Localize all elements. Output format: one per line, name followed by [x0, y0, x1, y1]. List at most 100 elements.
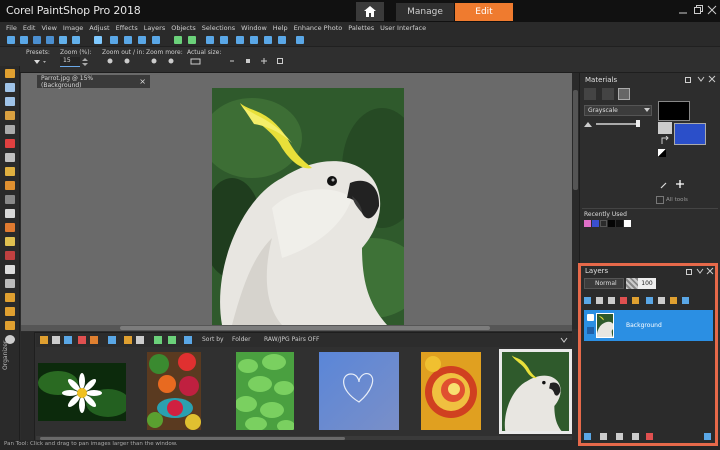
paint-brush-icon[interactable]: [5, 181, 15, 190]
recent-color-swatch[interactable]: [584, 220, 591, 227]
text-tool-icon[interactable]: [5, 265, 15, 274]
gradient-tool-icon[interactable]: [5, 209, 15, 218]
swatches-mode-icon[interactable]: [618, 88, 630, 100]
menu-file[interactable]: File: [6, 24, 17, 32]
zoom-percent-input[interactable]: 15: [60, 57, 80, 67]
crop-tool-icon[interactable]: [5, 125, 15, 134]
recent-color-swatch[interactable]: [592, 220, 599, 227]
thumbnail-daisy[interactable]: [38, 363, 126, 421]
thumbnail-heart[interactable]: [319, 352, 399, 430]
menu-help[interactable]: Help: [273, 24, 288, 32]
home-button[interactable]: [356, 2, 384, 21]
menu-effects[interactable]: Effects: [116, 24, 138, 32]
open-file-icon[interactable]: [20, 36, 28, 44]
restore-button[interactable]: [693, 5, 703, 15]
tab-manage[interactable]: Manage: [396, 3, 454, 21]
zoom-in-icon[interactable]: [250, 36, 258, 44]
red-eye-tool-icon[interactable]: [5, 139, 15, 148]
menu-view[interactable]: View: [41, 24, 56, 32]
all-tools-checkbox[interactable]: [656, 196, 664, 204]
recent-color-swatch[interactable]: [624, 220, 631, 227]
eyedropper-button[interactable]: [660, 181, 668, 191]
preset-shape-icon[interactable]: [5, 279, 15, 288]
workspace-icon[interactable]: [296, 36, 304, 44]
smudge-tool-icon[interactable]: [5, 237, 15, 246]
add-swatch-button[interactable]: [676, 180, 684, 190]
thumbnail-spiral[interactable]: [421, 352, 481, 430]
close-document-icon[interactable]: ×: [139, 77, 146, 86]
resize-icon[interactable]: [236, 36, 244, 44]
zoom-out-button[interactable]: [106, 57, 114, 67]
background-color-swatch[interactable]: [674, 123, 706, 145]
presets-dropdown[interactable]: [32, 57, 48, 67]
zoom-out-icon[interactable]: [264, 36, 272, 44]
save-icon[interactable]: [33, 36, 41, 44]
thumbnail-parrot[interactable]: [499, 349, 572, 434]
menu-edit[interactable]: Edit: [23, 24, 36, 32]
brightness-slider-handle[interactable]: [636, 120, 640, 127]
raw-jpg-pairs-toggle[interactable]: RAW/JPG Pairs OFF: [264, 336, 319, 343]
close-window-button[interactable]: [707, 5, 717, 15]
clone-brush-icon[interactable]: [5, 153, 15, 162]
eraser-tool-icon[interactable]: [5, 195, 15, 204]
thumbnail-vegetables[interactable]: [147, 352, 201, 430]
dodge-tool-icon[interactable]: [5, 223, 15, 232]
save-as-icon[interactable]: [46, 36, 54, 44]
paste-icon[interactable]: [138, 36, 146, 44]
document-canvas[interactable]: [212, 88, 404, 325]
scratch-remover-icon[interactable]: [5, 167, 15, 176]
minimize-button[interactable]: [678, 5, 688, 15]
document-vertical-scroll-thumb[interactable]: [573, 90, 578, 190]
picture-tube-icon[interactable]: [5, 321, 15, 330]
swap-colors-icon[interactable]: [660, 135, 670, 146]
rainbow-mode-icon[interactable]: [602, 88, 614, 100]
apply-button[interactable]: [276, 57, 284, 67]
zoom-more-in-button[interactable]: [167, 57, 175, 67]
straighten-icon[interactable]: [220, 36, 228, 44]
recent-color-swatch[interactable]: [616, 220, 623, 227]
copy-icon[interactable]: [124, 36, 132, 44]
pan-tool-icon[interactable]: [5, 69, 15, 78]
menu-image[interactable]: Image: [63, 24, 83, 32]
delete-icon[interactable]: [152, 36, 160, 44]
flood-fill-icon[interactable]: [5, 251, 15, 260]
actual-size-button[interactable]: [190, 57, 202, 67]
cut-icon[interactable]: [110, 36, 118, 44]
recent-color-swatch[interactable]: [600, 220, 607, 227]
pen-tool-icon[interactable]: [5, 293, 15, 302]
warp-brush-icon[interactable]: [5, 307, 15, 316]
foreground-color-swatch[interactable]: [658, 101, 690, 121]
tab-edit[interactable]: Edit: [455, 3, 513, 21]
menu-layers[interactable]: Layers: [144, 24, 166, 32]
materials-float-button[interactable]: [685, 77, 691, 83]
menu-window[interactable]: Window: [241, 24, 267, 32]
dropper-tool-icon[interactable]: [5, 111, 15, 120]
fit-window-icon[interactable]: [278, 36, 286, 44]
undo-icon[interactable]: [174, 36, 182, 44]
crop-icon[interactable]: [206, 36, 214, 44]
menu-enhance-photo[interactable]: Enhance Photo: [294, 24, 343, 32]
print-icon[interactable]: [59, 36, 67, 44]
pick-tool-icon[interactable]: [5, 83, 15, 92]
folder-dropdown[interactable]: Folder: [232, 336, 251, 343]
zoom-in-button[interactable]: [123, 57, 131, 67]
brightness-slider[interactable]: [596, 123, 636, 125]
redo-icon[interactable]: [188, 36, 196, 44]
menu-user-interface[interactable]: User Interface: [380, 24, 426, 32]
plus-button[interactable]: [260, 57, 268, 67]
thumbnail-leaves[interactable]: [236, 352, 294, 430]
minus-button[interactable]: [228, 57, 236, 67]
menu-palettes[interactable]: Palettes: [348, 24, 374, 32]
foreground-material-icon[interactable]: [658, 122, 672, 134]
email-icon[interactable]: [72, 36, 80, 44]
materials-collapse-button[interactable]: [697, 75, 705, 85]
materials-close-button[interactable]: [708, 75, 716, 85]
menu-adjust[interactable]: Adjust: [89, 24, 109, 32]
document-horizontal-scroll-thumb[interactable]: [120, 326, 490, 330]
menu-selections[interactable]: Selections: [202, 24, 235, 32]
reset-colors-icon[interactable]: [658, 149, 666, 157]
recent-color-swatch[interactable]: [608, 220, 615, 227]
organizer-collapse-button[interactable]: [560, 336, 568, 346]
zoom-percent-spinner[interactable]: [81, 57, 89, 67]
new-file-icon[interactable]: [7, 36, 15, 44]
